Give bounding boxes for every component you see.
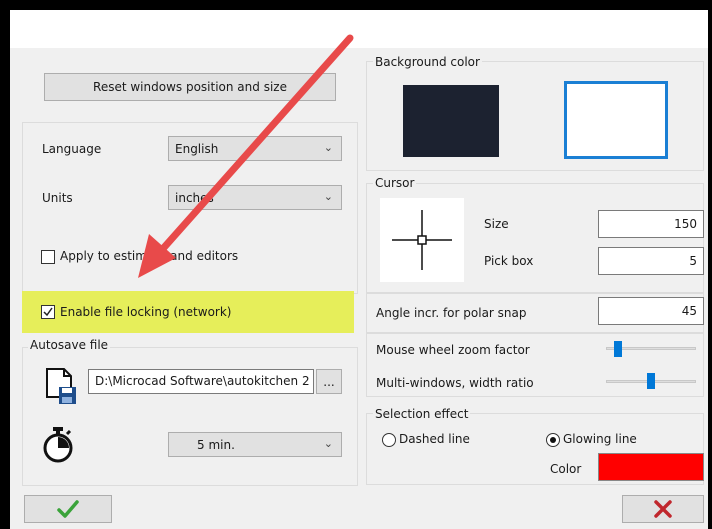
x-icon (654, 500, 672, 518)
language-select[interactable]: English ⌄ (168, 136, 342, 161)
apply-estimate-checkbox[interactable] (41, 250, 55, 264)
stopwatch-icon (42, 426, 74, 464)
units-value: inches (175, 191, 214, 205)
reset-windows-button[interactable]: Reset windows position and size (44, 73, 336, 101)
autosave-interval-select[interactable]: 5 min. ⌄ (168, 432, 342, 457)
check-icon (43, 307, 53, 317)
save-file-icon (44, 367, 78, 405)
dark-background-swatch[interactable] (403, 85, 499, 157)
file-locking-label: Enable file locking (network) (60, 305, 232, 319)
browse-button[interactable]: ... (316, 369, 342, 394)
pick-box-input[interactable]: 5 (598, 247, 704, 275)
apply-estimate-label: Apply to estimate and editors (60, 249, 239, 263)
selection-effect-title: Selection effect (373, 407, 471, 421)
preferences-dialog: Reset windows position and size Language… (10, 10, 708, 529)
cursor-preview (380, 198, 464, 282)
autosave-title: Autosave file (28, 338, 111, 352)
cursor-title: Cursor (373, 176, 417, 190)
dashed-line-radio[interactable] (382, 433, 396, 447)
ok-button[interactable] (24, 495, 112, 523)
crosshair-icon (392, 210, 452, 270)
multi-windows-label: Multi-windows, width ratio (376, 376, 534, 390)
language-label: Language (42, 142, 102, 156)
multi-windows-slider[interactable] (647, 373, 655, 389)
polar-snap-label: Angle incr. for polar snap (376, 306, 527, 320)
title-area (10, 10, 708, 48)
cancel-button[interactable] (622, 495, 704, 523)
white-background-swatch[interactable] (564, 81, 668, 159)
autosave-path-input[interactable]: D:\Microcad Software\autokitchen 2 (88, 369, 314, 394)
wheel-zoom-slider[interactable] (614, 341, 623, 357)
polar-snap-input[interactable]: 45 (598, 297, 704, 325)
chevron-down-icon: ⌄ (323, 190, 333, 203)
autosave-interval-value: 5 min. (197, 438, 235, 452)
dashed-line-label: Dashed line (399, 432, 470, 446)
browse-label: ... (323, 374, 335, 389)
selection-color-swatch[interactable] (598, 453, 704, 481)
wheel-zoom-label: Mouse wheel zoom factor (376, 343, 530, 357)
file-locking-checkbox[interactable] (41, 305, 55, 319)
glowing-line-label: Glowing line (563, 432, 637, 446)
units-select[interactable]: inches ⌄ (168, 185, 342, 210)
checkmark-icon (57, 500, 79, 518)
units-label: Units (42, 191, 73, 205)
pick-box-value: 5 (689, 254, 697, 268)
reset-windows-label: Reset windows position and size (93, 80, 287, 94)
background-color-title: Background color (373, 55, 482, 69)
cursor-size-value: 150 (674, 217, 697, 231)
cursor-size-label: Size (484, 217, 509, 231)
polar-snap-value: 45 (681, 304, 697, 318)
language-value: English (175, 142, 219, 156)
cursor-size-input[interactable]: 150 (598, 210, 704, 238)
pick-box-label: Pick box (484, 254, 534, 268)
chevron-down-icon: ⌄ (323, 141, 333, 154)
selection-color-label: Color (550, 462, 582, 476)
chevron-down-icon: ⌄ (323, 437, 333, 450)
glowing-line-radio[interactable] (546, 433, 560, 447)
autosave-path-value: D:\Microcad Software\autokitchen 2 (95, 374, 310, 388)
